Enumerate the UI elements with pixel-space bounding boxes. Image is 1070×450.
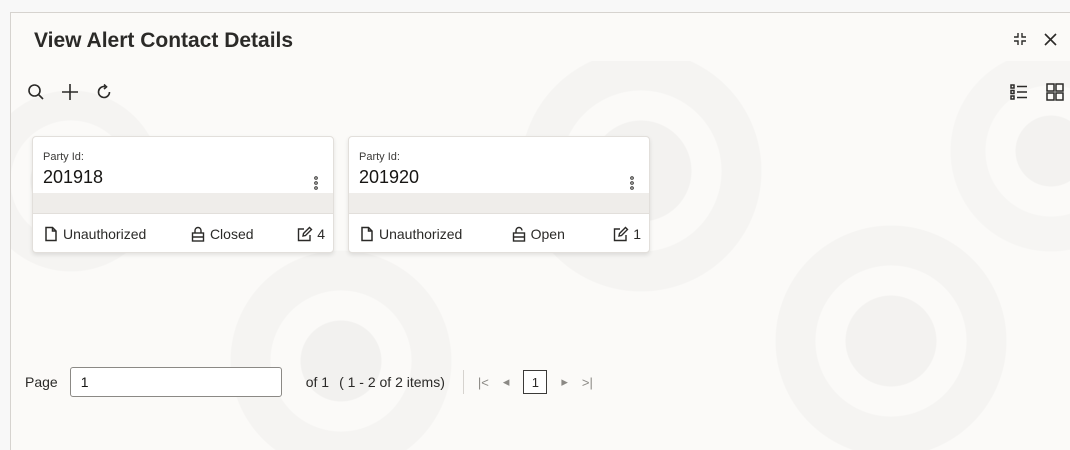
lock-status: Closed — [190, 226, 254, 242]
party-id-label: Party Id: — [359, 151, 400, 163]
edit-icon — [613, 226, 629, 242]
edit-icon — [297, 226, 313, 242]
modification-count: 1 — [613, 226, 641, 242]
pagination: Page of 1 ( 1 - 2 of 2 items) |< ◂ 1 ▸ >… — [25, 367, 607, 397]
next-page-button[interactable]: ▸ — [561, 374, 568, 390]
previous-page-button[interactable]: ◂ — [503, 374, 510, 390]
close-icon[interactable] — [1042, 31, 1058, 47]
page-label: Page — [25, 374, 58, 390]
card-footer: Unauthorized Open 1 — [349, 213, 649, 252]
items-range-text: ( 1 - 2 of 2 items) — [339, 374, 445, 390]
card-header: Party Id: 201920 — [349, 137, 649, 193]
grid-view-icon[interactable] — [1044, 81, 1066, 103]
lock-open-icon — [511, 226, 527, 242]
kebab-menu-icon[interactable] — [629, 175, 635, 191]
record-status-text: Unauthorized — [379, 226, 463, 242]
document-icon — [359, 226, 375, 242]
document-icon — [43, 226, 59, 242]
list-view-icon[interactable] — [1008, 81, 1030, 103]
first-page-button[interactable]: |< — [478, 375, 489, 390]
record-card[interactable]: Party Id: 201920 Unauthorized Open 1 — [348, 136, 650, 253]
party-id-label: Party Id: — [43, 151, 84, 163]
modification-count-text: 4 — [317, 226, 325, 242]
lock-status-text: Closed — [209, 226, 254, 242]
record-cards: Party Id: 201918 Unauthorized Closed 4 P… — [32, 136, 650, 253]
lock-closed-icon — [190, 226, 206, 242]
view-toggle — [1008, 81, 1066, 103]
party-id-value: 201920 — [359, 167, 420, 187]
lock-status: Open — [511, 226, 565, 242]
record-card[interactable]: Party Id: 201918 Unauthorized Closed 4 — [32, 136, 334, 253]
kebab-menu-icon[interactable] — [313, 175, 319, 191]
modification-count: 4 — [297, 226, 325, 242]
card-footer: Unauthorized Closed 4 — [33, 213, 333, 252]
card-header: Party Id: 201918 — [33, 137, 333, 193]
window-header: View Alert Contact Details — [11, 13, 1070, 61]
party-id-value: 201918 — [43, 167, 104, 187]
page-number-input[interactable] — [69, 367, 282, 397]
pagination-divider — [462, 370, 464, 394]
modification-count-text: 1 — [633, 226, 641, 242]
current-page-button[interactable]: 1 — [523, 370, 548, 394]
record-status-text: Unauthorized — [63, 226, 147, 242]
window-controls — [1012, 31, 1058, 47]
page-count-text: of 1 — [305, 374, 330, 390]
record-status: Unauthorized — [43, 226, 146, 242]
add-icon[interactable] — [59, 81, 81, 103]
toolbar — [25, 81, 115, 103]
card-band — [33, 193, 333, 213]
refresh-icon[interactable] — [93, 81, 115, 103]
record-status: Unauthorized — [359, 226, 462, 242]
page-title: View Alert Contact Details — [34, 29, 294, 52]
search-icon[interactable] — [25, 81, 47, 103]
lock-status-text: Open — [530, 226, 565, 242]
last-page-button[interactable]: >| — [582, 375, 593, 390]
minimize-icon[interactable] — [1012, 31, 1028, 47]
alert-contact-window: View Alert Contact Details Party Id: 201… — [10, 12, 1070, 450]
card-band — [349, 193, 649, 213]
